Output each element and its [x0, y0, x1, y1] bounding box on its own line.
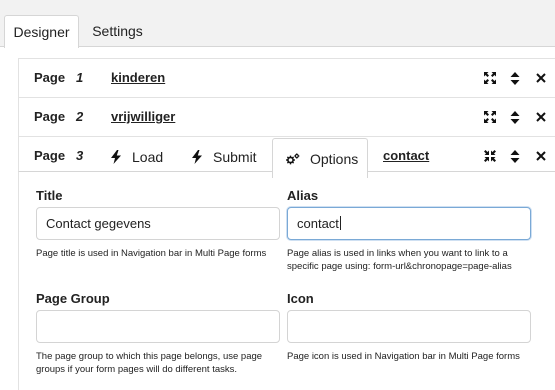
- bolt-icon: [191, 150, 203, 164]
- tab-settings[interactable]: Settings: [85, 15, 150, 47]
- tab-designer[interactable]: Designer: [4, 15, 79, 48]
- tab-options[interactable]: Options: [272, 138, 368, 178]
- title-label: Title: [36, 188, 63, 203]
- page-row-1: Page 1 kinderen: [18, 58, 555, 97]
- icon-field: Icon Page icon is used in Navigation bar…: [287, 291, 531, 362]
- cogs-icon: [286, 152, 300, 165]
- close-icon[interactable]: [534, 149, 548, 163]
- sort-icon[interactable]: [508, 110, 522, 124]
- page-name-link[interactable]: contact: [383, 148, 429, 163]
- page-group-input[interactable]: [36, 310, 280, 343]
- bolt-icon: [110, 150, 122, 164]
- icon-label: Icon: [287, 291, 314, 306]
- alias-field: Alias contact Page alias is used in link…: [287, 188, 531, 272]
- options-panel: Title Contact gegevens Page title is use…: [18, 171, 555, 390]
- icon-help: Page icon is used in Navigation bar in M…: [287, 351, 520, 362]
- tab-label: Options: [310, 150, 359, 167]
- collapse-icon[interactable]: [483, 149, 497, 163]
- page-number: 3: [76, 148, 84, 163]
- page-name-link[interactable]: kinderen: [111, 70, 165, 85]
- expand-icon[interactable]: [483, 110, 497, 124]
- page-number: 1: [76, 70, 84, 85]
- text-caret: [339, 216, 341, 230]
- top-tab-bar: Designer Settings: [0, 0, 555, 48]
- title-input[interactable]: Contact gegevens: [36, 207, 280, 240]
- title-field: Title Contact gegevens Page title is use…: [36, 188, 280, 259]
- page-group-field: Page Group The page group to which this …: [36, 291, 280, 375]
- pages-list: Page 1 kinderen Page 2 vrijwilliger Page…: [18, 58, 555, 178]
- page-row-2: Page 2 vrijwilliger: [18, 97, 555, 136]
- alias-input[interactable]: contact: [287, 207, 531, 240]
- page-group-label: Page Group: [36, 291, 110, 306]
- expand-icon[interactable]: [483, 71, 497, 85]
- page-label: Page: [34, 70, 66, 85]
- alias-value: contact: [297, 216, 339, 231]
- page-number: 2: [76, 109, 84, 124]
- sort-icon[interactable]: [508, 149, 522, 163]
- alias-label: Alias: [287, 188, 319, 203]
- page-label: Page: [34, 109, 66, 124]
- alias-help: Page alias is used in links when you wan…: [287, 248, 512, 272]
- close-icon[interactable]: [534, 71, 548, 85]
- page-row-3: Page 3 Load Submit Options contact: [18, 136, 555, 178]
- sort-icon[interactable]: [508, 71, 522, 85]
- close-icon[interactable]: [534, 110, 548, 124]
- page-group-help: The page group to which this page belong…: [36, 351, 263, 375]
- page-label: Page: [34, 148, 66, 163]
- icon-input[interactable]: [287, 310, 531, 343]
- title-help: Page title is used in Navigation bar in …: [36, 248, 267, 259]
- page-name-link[interactable]: vrijwilliger: [111, 109, 175, 124]
